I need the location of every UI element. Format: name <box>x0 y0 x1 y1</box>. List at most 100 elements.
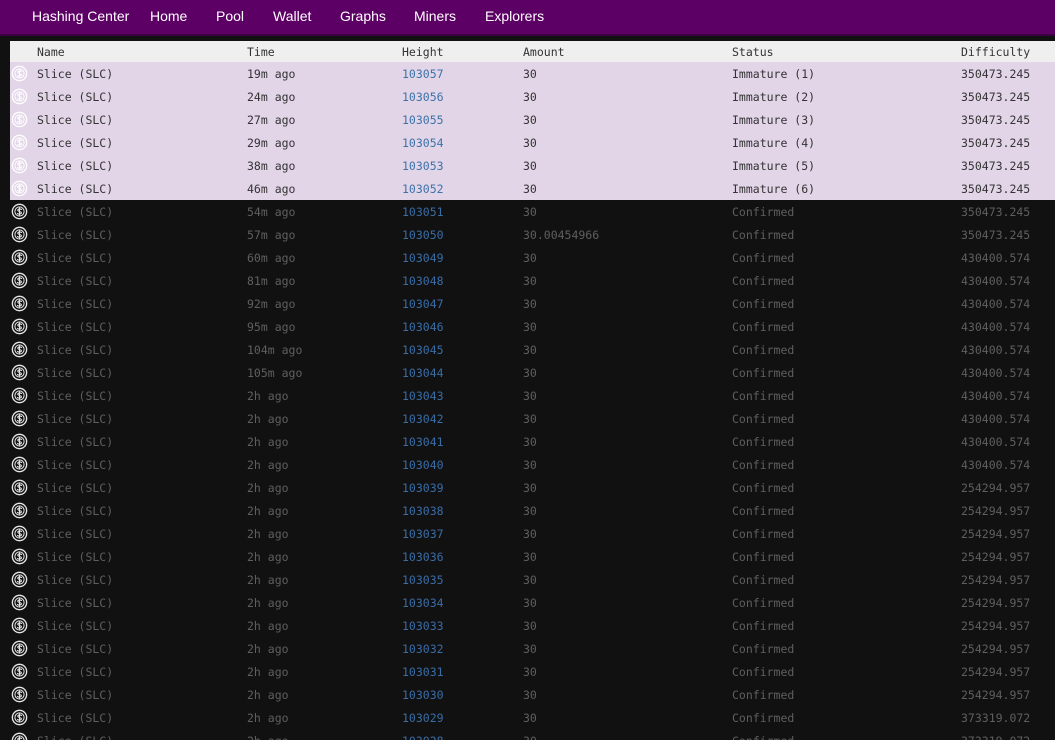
row-name: Slice (SLC) <box>37 227 114 242</box>
table-row: Slice (SLC) 38m ago 103053 30 Immature (5) 35… <box>10 154 1055 177</box>
row-height-link[interactable]: 103050 <box>402 223 523 246</box>
row-height-link[interactable]: 103056 <box>402 85 523 108</box>
row-height-link[interactable]: 103041 <box>402 430 523 453</box>
slice-coin-icon <box>11 341 28 358</box>
row-height-link[interactable]: 103048 <box>402 269 523 292</box>
row-time: 2h ago <box>247 411 289 426</box>
table-header-row: Name Time Height Amount Status Difficult… <box>10 41 1055 62</box>
row-amount: 30 <box>523 112 537 127</box>
row-name: Slice (SLC) <box>37 388 114 403</box>
row-difficulty: 350473.245 <box>961 204 1031 219</box>
row-time: 95m ago <box>247 319 296 334</box>
row-status: Immature (5) <box>732 158 816 173</box>
table-row: Slice (SLC) 2h ago 103041 30 Confirmed 430400… <box>10 430 1055 453</box>
row-status: Confirmed <box>732 434 795 449</box>
slice-coin-icon <box>11 617 28 634</box>
header-amount[interactable]: Amount <box>523 41 732 62</box>
row-amount: 30 <box>523 687 537 702</box>
row-height-link[interactable]: 103046 <box>402 315 523 338</box>
slice-coin-icon <box>11 686 28 703</box>
header-difficulty[interactable]: Difficulty <box>961 41 1055 62</box>
row-status: Confirmed <box>732 572 795 587</box>
row-difficulty: 430400.574 <box>961 250 1031 265</box>
nav-miners[interactable]: Miners <box>414 0 456 32</box>
slice-coin-icon <box>11 571 28 588</box>
header-name[interactable]: Name <box>37 41 247 62</box>
row-height-link[interactable]: 103057 <box>402 62 523 85</box>
row-name: Slice (SLC) <box>37 296 114 311</box>
row-height-link[interactable]: 103053 <box>402 154 523 177</box>
row-amount: 30 <box>523 342 537 357</box>
slice-coin-icon <box>11 502 28 519</box>
header-height[interactable]: Height <box>402 41 523 62</box>
row-height-link[interactable]: 103040 <box>402 453 523 476</box>
row-height-link[interactable]: 103052 <box>402 177 523 200</box>
nav-pool[interactable]: Pool <box>216 0 244 32</box>
nav-explorers[interactable]: Explorers <box>485 0 544 32</box>
row-name: Slice (SLC) <box>37 710 114 725</box>
row-difficulty: 350473.245 <box>961 89 1031 104</box>
row-status: Confirmed <box>732 526 795 541</box>
row-name: Slice (SLC) <box>37 411 114 426</box>
header-time[interactable]: Time <box>247 41 402 62</box>
row-height-link[interactable]: 103054 <box>402 131 523 154</box>
row-height-link[interactable]: 103034 <box>402 591 523 614</box>
brand-link[interactable]: Hashing Center <box>32 0 129 32</box>
row-height-link[interactable]: 103039 <box>402 476 523 499</box>
row-time: 105m ago <box>247 365 303 380</box>
row-difficulty: 254294.957 <box>961 618 1031 633</box>
row-difficulty: 350473.245 <box>961 112 1031 127</box>
row-icon-cell <box>10 131 37 154</box>
row-height-link[interactable]: 103043 <box>402 384 523 407</box>
nav-wallet[interactable]: Wallet <box>273 0 311 32</box>
row-icon-cell <box>10 660 37 683</box>
table-row: Slice (SLC) 105m ago 103044 30 Confirmed 4304… <box>10 361 1055 384</box>
row-height-link[interactable]: 103042 <box>402 407 523 430</box>
header-status[interactable]: Status <box>732 41 961 62</box>
row-height-link[interactable]: 103029 <box>402 706 523 729</box>
row-icon-cell <box>10 108 37 131</box>
row-time: 2h ago <box>247 457 289 472</box>
row-height-link[interactable]: 103044 <box>402 361 523 384</box>
row-icon-cell <box>10 683 37 706</box>
slice-coin-icon <box>11 134 28 151</box>
row-height-link[interactable]: 103055 <box>402 108 523 131</box>
row-time: 27m ago <box>247 112 296 127</box>
slice-coin-icon <box>11 157 28 174</box>
row-height-link[interactable]: 103035 <box>402 568 523 591</box>
row-status: Immature (2) <box>732 89 816 104</box>
row-name: Slice (SLC) <box>37 687 114 702</box>
row-height-link[interactable]: 103030 <box>402 683 523 706</box>
row-difficulty: 254294.957 <box>961 503 1031 518</box>
row-height-link[interactable]: 103047 <box>402 292 523 315</box>
slice-coin-icon <box>11 249 28 266</box>
row-height-link[interactable]: 103036 <box>402 545 523 568</box>
row-height-link[interactable]: 103051 <box>402 200 523 223</box>
row-name: Slice (SLC) <box>37 526 114 541</box>
row-height-link[interactable]: 103032 <box>402 637 523 660</box>
nav-home[interactable]: Home <box>150 0 187 32</box>
row-icon-cell <box>10 338 37 361</box>
row-height-link[interactable]: 103033 <box>402 614 523 637</box>
row-icon-cell <box>10 522 37 545</box>
row-height-link[interactable]: 103049 <box>402 246 523 269</box>
row-difficulty: 350473.245 <box>961 66 1031 81</box>
table-row: Slice (SLC) 2h ago 103043 30 Confirmed 430400… <box>10 384 1055 407</box>
row-status: Confirmed <box>732 204 795 219</box>
row-icon-cell <box>10 85 37 108</box>
row-icon-cell <box>10 637 37 660</box>
row-height-link[interactable]: 103028 <box>402 729 523 740</box>
table-row: Slice (SLC)2h ago10302830Confirmed373319… <box>10 729 1055 740</box>
table-row: Slice (SLC) 19m ago 103057 30 Immature (1) 35… <box>10 62 1055 85</box>
table-row: Slice (SLC) 29m ago 103054 30 Immature (4) 35… <box>10 131 1055 154</box>
nav-graphs[interactable]: Graphs <box>340 0 386 32</box>
row-height-link[interactable]: 103045 <box>402 338 523 361</box>
row-amount: 30.00454966 <box>523 227 600 242</box>
table-row: Slice (SLC) 46m ago 103052 30 Immature (6) 35… <box>10 177 1055 200</box>
row-status: Confirmed <box>732 641 795 656</box>
row-name: Slice (SLC) <box>37 66 114 81</box>
row-height-link[interactable]: 103037 <box>402 522 523 545</box>
row-height-link[interactable]: 103031 <box>402 660 523 683</box>
row-height-link[interactable]: 103038 <box>402 499 523 522</box>
row-name: Slice (SLC) <box>37 549 114 564</box>
